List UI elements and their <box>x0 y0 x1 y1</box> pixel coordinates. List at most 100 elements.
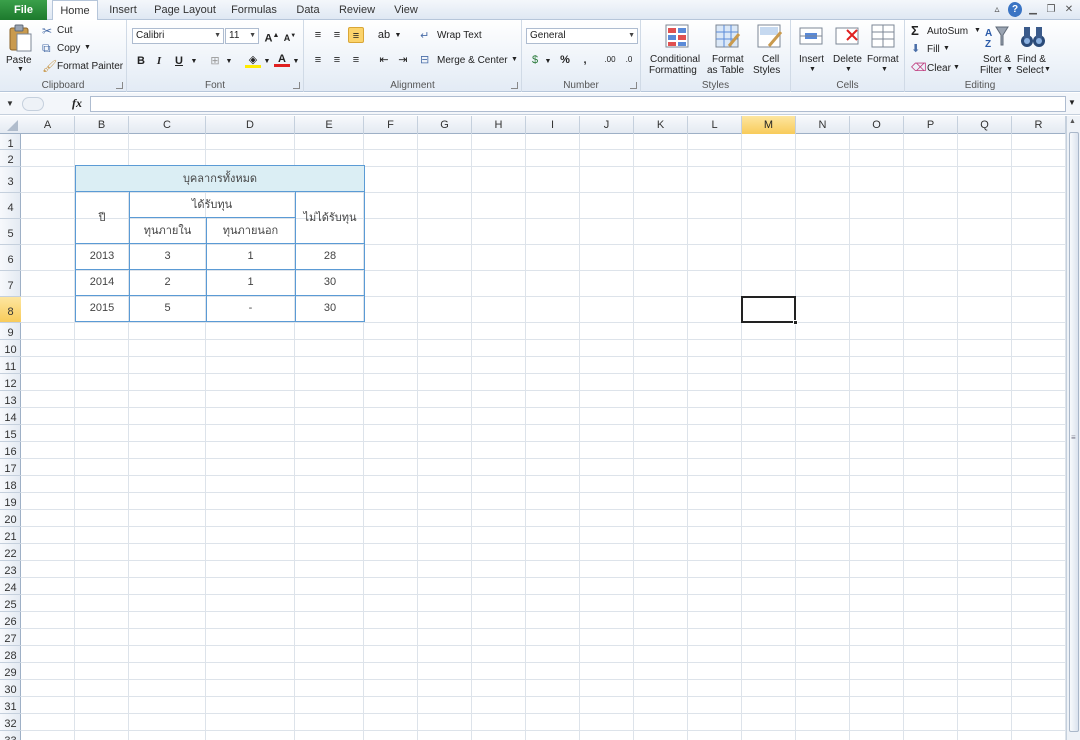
column-header-i[interactable]: I <box>526 116 580 134</box>
column-header-d[interactable]: D <box>206 116 295 134</box>
row-header-32[interactable]: 32 <box>0 714 21 731</box>
fill-handle[interactable] <box>793 320 798 325</box>
merge-dropdown-icon[interactable]: ▼ <box>511 56 518 63</box>
sort-filter-button[interactable]: A Z Sort & Filter ▼ <box>979 22 1015 76</box>
decrease-decimal-icon[interactable]: .0 <box>621 52 637 68</box>
row-header-5[interactable]: 5 <box>0 219 21 245</box>
tab-insert[interactable]: Insert <box>103 0 143 20</box>
tab-page-layout[interactable]: Page Layout <box>152 0 218 20</box>
paste-dropdown-icon[interactable]: ▼ <box>17 66 24 73</box>
row-header-2[interactable]: 2 <box>0 150 21 167</box>
row-header-21[interactable]: 21 <box>0 527 21 544</box>
row-header-6[interactable]: 6 <box>0 245 21 271</box>
row-header-22[interactable]: 22 <box>0 544 21 561</box>
fill-button[interactable]: ⬇ Fill ▼ <box>911 41 961 57</box>
copy-button[interactable]: ⧉ Copy ▼ <box>42 41 102 57</box>
insert-cells-button[interactable]: Insert ▼ <box>795 22 829 76</box>
align-top-icon[interactable]: ≡ <box>310 27 326 43</box>
row-header-29[interactable]: 29 <box>0 663 21 680</box>
close-window-icon[interactable]: ✕ <box>1062 2 1076 17</box>
formula-input[interactable] <box>90 96 1066 112</box>
font-launcher-icon[interactable] <box>293 82 300 89</box>
restore-window-icon[interactable]: ❐ <box>1044 2 1058 17</box>
column-header-f[interactable]: F <box>364 116 418 134</box>
align-middle-icon[interactable]: ≡ <box>329 27 345 43</box>
column-header-b[interactable]: B <box>75 116 129 134</box>
row-header-23[interactable]: 23 <box>0 561 21 578</box>
minimize-window-icon[interactable]: ▁ <box>1026 2 1040 17</box>
row-header-13[interactable]: 13 <box>0 391 21 408</box>
delete-dropdown-icon[interactable]: ▼ <box>845 66 852 73</box>
column-header-o[interactable]: O <box>850 116 904 134</box>
column-header-h[interactable]: H <box>472 116 526 134</box>
font-color-dropdown-icon[interactable]: ▼ <box>288 54 304 70</box>
font-size-dropdown[interactable]: 11 ▼ <box>225 28 259 44</box>
underline-button[interactable]: U <box>171 53 187 69</box>
column-header-m[interactable]: M <box>742 116 796 134</box>
format-cells-button[interactable]: Format ▼ <box>865 22 903 76</box>
clear-dropdown-icon[interactable]: ▼ <box>953 64 960 71</box>
name-box-dropdown-icon[interactable]: ▼ <box>2 96 18 112</box>
column-header-c[interactable]: C <box>129 116 206 134</box>
align-center-icon[interactable]: ≡ <box>329 52 345 68</box>
percent-style-icon[interactable]: % <box>557 52 573 68</box>
column-header-e[interactable]: E <box>295 116 364 134</box>
tab-file[interactable]: File <box>0 0 47 20</box>
row-header-16[interactable]: 16 <box>0 442 21 459</box>
column-header-j[interactable]: J <box>580 116 634 134</box>
shrink-font-button[interactable]: A▼ <box>282 28 298 44</box>
row-header-15[interactable]: 15 <box>0 425 21 442</box>
row-header-8[interactable]: 8 <box>0 297 21 323</box>
align-right-icon[interactable]: ≡ <box>348 52 364 68</box>
tab-home[interactable]: Home <box>52 0 98 21</box>
number-format-dropdown[interactable]: General ▼ <box>526 28 638 44</box>
wrap-text-button[interactable]: ↵ Wrap Text <box>420 27 490 45</box>
column-header-n[interactable]: N <box>796 116 850 134</box>
fill-dropdown-icon[interactable]: ▼ <box>943 45 950 52</box>
column-header-q[interactable]: Q <box>958 116 1012 134</box>
column-header-r[interactable]: R <box>1012 116 1066 134</box>
orientation-dropdown-icon[interactable]: ▼ <box>390 28 406 44</box>
row-header-27[interactable]: 27 <box>0 629 21 646</box>
underline-dropdown-icon[interactable]: ▼ <box>186 54 202 70</box>
vertical-scrollbar[interactable]: ▲ ≡ <box>1066 116 1080 740</box>
decrease-indent-icon[interactable]: ⇤ <box>376 52 392 68</box>
copy-dropdown-icon[interactable]: ▼ <box>84 44 91 51</box>
row-header-9[interactable]: 9 <box>0 323 21 340</box>
scroll-up-icon[interactable]: ▲ <box>1069 118 1076 125</box>
font-name-dropdown[interactable]: Calibri ▼ <box>132 28 224 44</box>
align-bottom-icon[interactable]: ≡ <box>348 27 364 43</box>
column-header-k[interactable]: K <box>634 116 688 134</box>
minimize-ribbon-icon[interactable]: ▵ <box>990 2 1004 17</box>
row-header-10[interactable]: 10 <box>0 340 21 357</box>
row-header-28[interactable]: 28 <box>0 646 21 663</box>
find-select-button[interactable]: Find & Select ▼ <box>1015 22 1055 76</box>
select-all-button[interactable] <box>0 116 21 134</box>
increase-indent-icon[interactable]: ⇥ <box>395 52 411 68</box>
insert-function-button[interactable]: fx <box>72 96 82 111</box>
italic-button[interactable]: I <box>151 53 167 69</box>
row-header-3[interactable]: 3 <box>0 167 21 193</box>
row-header-26[interactable]: 26 <box>0 612 21 629</box>
row-header-20[interactable]: 20 <box>0 510 21 527</box>
row-header-33[interactable]: 33 <box>0 731 21 740</box>
row-header-25[interactable]: 25 <box>0 595 21 612</box>
format-as-table-button[interactable]: Format as Table <box>707 22 751 76</box>
cell-area[interactable]: บุคลากรทั้งหมด ปี ได้รับทุน ไม่ได้รับทุน… <box>21 134 1066 740</box>
clipboard-launcher-icon[interactable] <box>116 82 123 89</box>
clear-button[interactable]: ⌫ Clear ▼ <box>911 60 967 76</box>
tab-data[interactable]: Data <box>292 0 324 20</box>
comma-style-icon[interactable]: , <box>577 52 593 68</box>
conditional-formatting-button[interactable]: Conditional Formatting <box>645 22 709 76</box>
autosum-button[interactable]: Σ AutoSum ▼ <box>911 23 983 39</box>
column-header-l[interactable]: L <box>688 116 742 134</box>
find-select-dropdown-icon[interactable]: ▼ <box>1044 66 1051 73</box>
increase-decimal-icon[interactable]: .00 <box>602 52 618 68</box>
vertical-scroll-thumb[interactable]: ≡ <box>1069 132 1079 732</box>
cut-button[interactable]: ✂ Cut <box>42 23 102 39</box>
row-header-4[interactable]: 4 <box>0 193 21 219</box>
row-header-14[interactable]: 14 <box>0 408 21 425</box>
row-header-31[interactable]: 31 <box>0 697 21 714</box>
row-header-30[interactable]: 30 <box>0 680 21 697</box>
format-painter-button[interactable]: 🖌 Format Painter <box>42 59 124 75</box>
